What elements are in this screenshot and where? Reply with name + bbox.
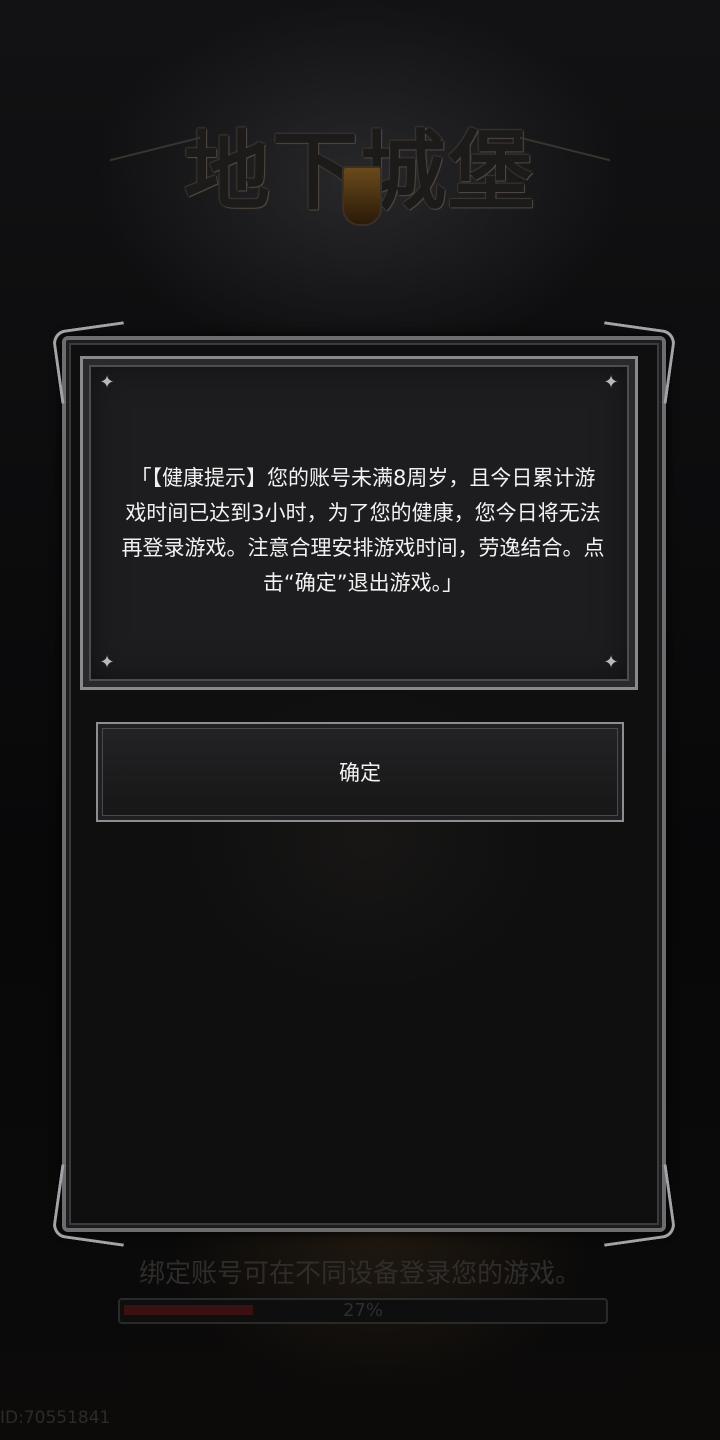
ornate-corner-icon [51, 1164, 134, 1247]
loading-tip: 绑定账号可在不同设备登录您的游戏。 [138, 1259, 581, 1289]
sparkle-icon: ✦ [603, 372, 619, 393]
ornate-corner-icon [594, 1164, 677, 1247]
player-id-label: ID:70551841 [0, 1408, 111, 1428]
health-notice-message: 「【健康提示】您的账号未满8周岁，且今日累计游戏时间已达到3小时，为了您的健康，… [121, 466, 605, 595]
loading-progress-label: 27% [342, 1300, 383, 1321]
sparkle-icon: ✦ [603, 652, 619, 673]
confirm-button[interactable]: 确定 [96, 722, 624, 822]
confirm-button-label: 确定 [339, 761, 381, 785]
logo-emblem-icon [342, 166, 382, 226]
sparkle-icon: ✦ [99, 372, 115, 393]
health-notice-box: ✦ ✦ ✦ ✦ 「【健康提示】您的账号未满8周岁，且今日累计游戏时间已达到3小时… [80, 356, 638, 690]
sparkle-icon: ✦ [99, 652, 115, 673]
game-logo: 地下城堡 [110, 88, 610, 238]
loading-progress-bar: 27% [118, 1298, 608, 1324]
